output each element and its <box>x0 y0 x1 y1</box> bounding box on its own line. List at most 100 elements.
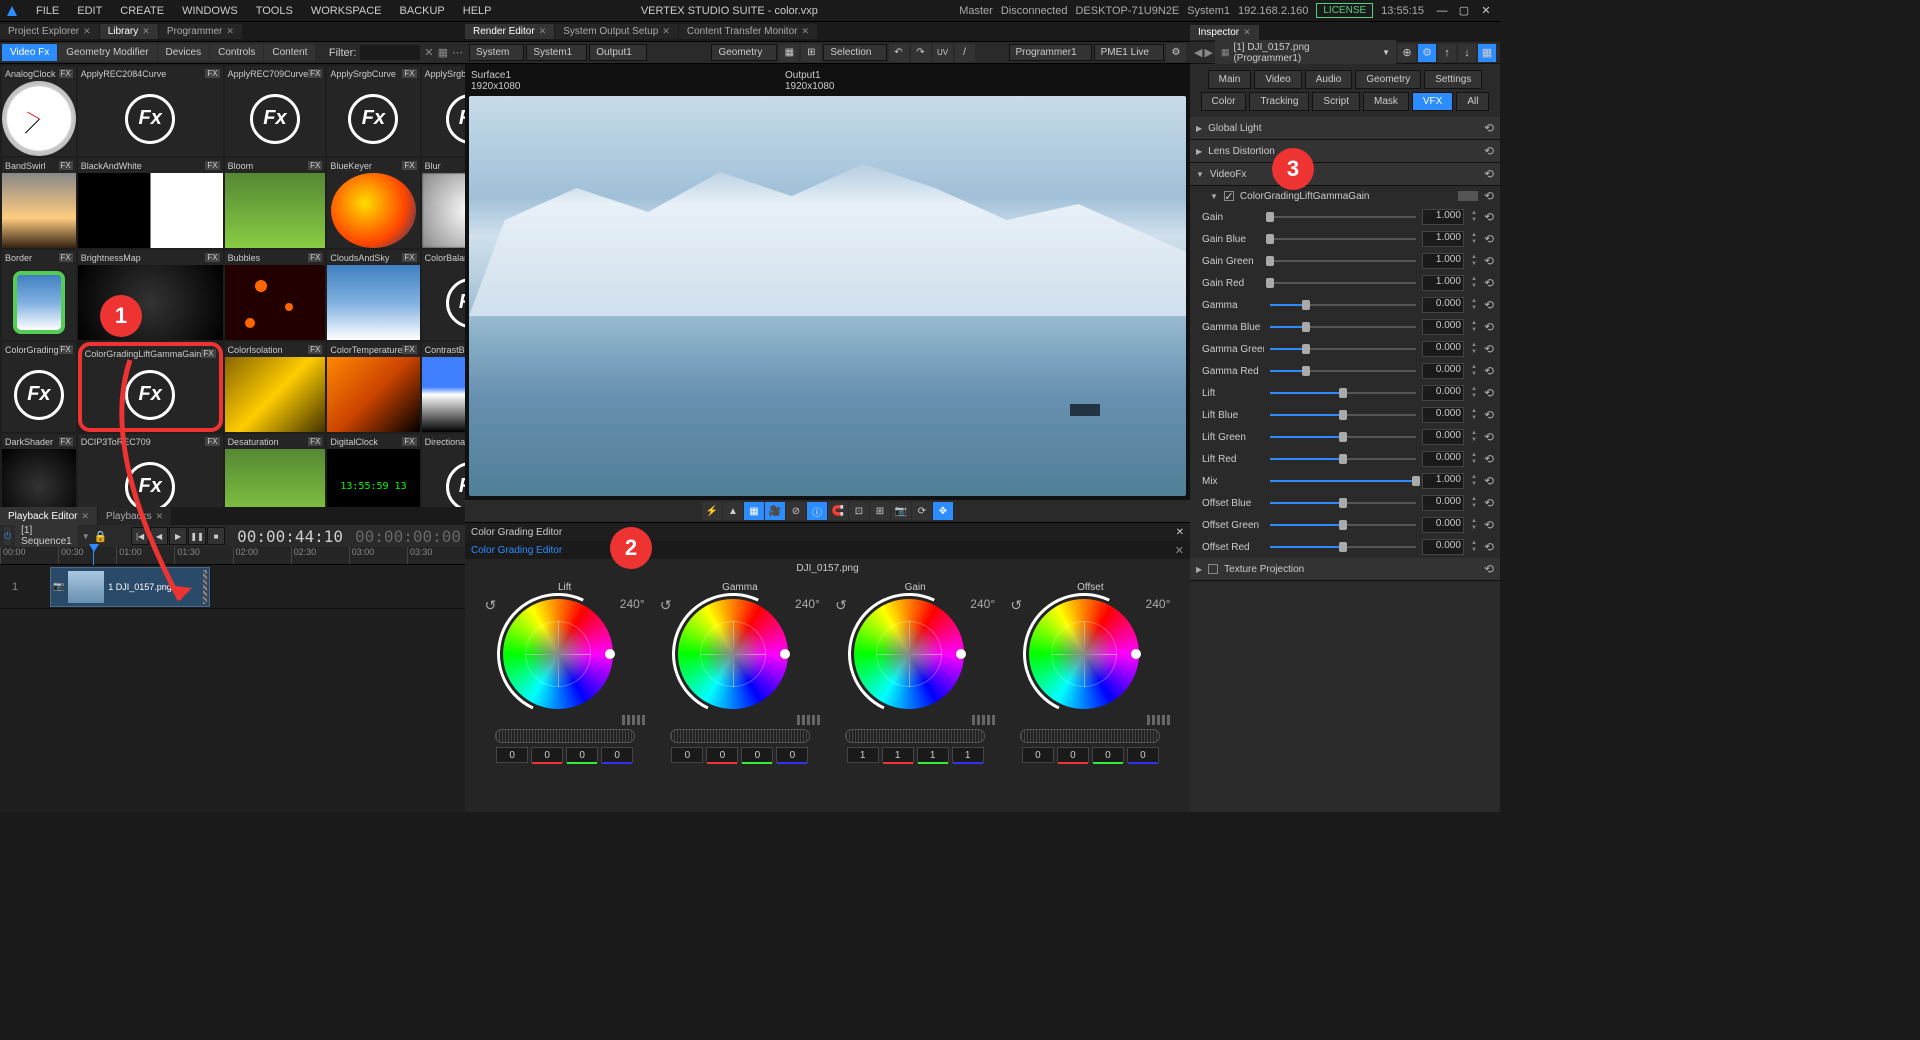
reset-icon[interactable]: ⟲ <box>1484 474 1494 488</box>
wheel-val-r[interactable]: 0 <box>531 747 563 763</box>
sub-tab[interactable]: Content <box>264 44 315 61</box>
color-wheel[interactable] <box>503 599 613 709</box>
reset-icon[interactable]: ⟲ <box>1484 210 1494 224</box>
spinner-down-icon[interactable]: ▼ <box>1470 305 1478 312</box>
fx-item[interactable]: BlueKeyerFX <box>327 158 419 248</box>
section-header[interactable]: ▼VideoFx⟲ <box>1190 163 1500 185</box>
inspector-mode-button[interactable]: Video <box>1254 70 1301 89</box>
prop-value-input[interactable]: 0.000 <box>1422 451 1464 467</box>
color-wheel[interactable] <box>678 599 788 709</box>
wheel-val-g[interactable]: 0 <box>741 747 773 763</box>
wheel-val-y[interactable]: 0 <box>1022 747 1054 763</box>
wheel-strip[interactable] <box>845 729 985 743</box>
fx-item[interactable]: BandSwirlFX <box>2 158 76 248</box>
vp-tool2-icon[interactable]: ▲ <box>723 502 743 520</box>
maximize-icon[interactable]: ▢ <box>1454 3 1474 19</box>
fx-item[interactable]: BubblesFX <box>225 250 326 340</box>
inspector-mode-button[interactable]: Geometry <box>1355 70 1421 89</box>
wheel-val-g[interactable]: 1 <box>917 747 949 763</box>
vp-tool1-icon[interactable]: ⚡ <box>702 502 722 520</box>
spinner-up-icon[interactable]: ▲ <box>1470 452 1478 459</box>
wheel-reset-icon[interactable]: ↺ <box>660 597 672 614</box>
fx-item[interactable]: ContrastBrightnessFX <box>422 342 465 432</box>
wheel-val-b[interactable]: 0 <box>601 747 633 763</box>
fx-item[interactable]: ColorTemperatureFX <box>327 342 419 432</box>
spinner-up-icon[interactable]: ▲ <box>1470 210 1478 217</box>
inspector-selection[interactable]: ▦ [1] DJI_0157.png (Programmer1) ▼ <box>1215 40 1396 66</box>
vp-camera-icon[interactable]: 🎥 <box>765 502 785 520</box>
section-header[interactable]: ▶Lens Distortion⟲ <box>1190 140 1500 162</box>
prop-slider[interactable] <box>1270 282 1416 284</box>
wheel-val-b[interactable]: 0 <box>776 747 808 763</box>
reset-icon[interactable]: ⟲ <box>1484 167 1494 181</box>
spinner-down-icon[interactable]: ▼ <box>1470 393 1478 400</box>
cg-close-icon[interactable]: ✕ <box>1176 527 1184 538</box>
filter-clear-icon[interactable]: ✕ <box>424 46 433 59</box>
inspector-mode-button[interactable]: Audio <box>1305 70 1353 89</box>
wheel-strip[interactable] <box>670 729 810 743</box>
playback-tab[interactable]: Playbacks✕ <box>98 507 171 525</box>
prev-icon[interactable]: ◀ <box>150 527 168 545</box>
vp-box2-icon[interactable]: ⊞ <box>870 502 890 520</box>
prop-slider[interactable] <box>1270 524 1416 526</box>
fx-item[interactable]: DarkShaderFX <box>2 434 76 507</box>
wheel-val-r[interactable]: 0 <box>706 747 738 763</box>
wheel-reset-icon[interactable]: ↺ <box>835 597 847 614</box>
sub-tab[interactable]: Devices <box>158 44 210 61</box>
menu-workspace[interactable]: WORKSPACE <box>303 3 390 19</box>
section-header[interactable]: ▶Texture Projection⟲ <box>1190 558 1500 580</box>
spinner-up-icon[interactable]: ▲ <box>1470 540 1478 547</box>
reset-icon[interactable]: ⟲ <box>1484 430 1494 444</box>
fx-item[interactable]: ApplyREC2084CurveFXFx <box>78 66 223 156</box>
reset-icon[interactable]: ⟲ <box>1484 540 1494 554</box>
spinner-down-icon[interactable]: ▼ <box>1470 525 1478 532</box>
rt-slash-icon[interactable]: / <box>955 44 975 62</box>
prop-slider[interactable] <box>1270 216 1416 218</box>
fx-item[interactable]: CloudsAndSkyFX <box>327 250 419 340</box>
wheel-val-g[interactable]: 0 <box>566 747 598 763</box>
spinner-down-icon[interactable]: ▼ <box>1470 217 1478 224</box>
reset-icon[interactable]: ⟲ <box>1484 496 1494 510</box>
timeline-clip[interactable]: 📷 1 DJI_0157.png <box>50 567 210 607</box>
wheel-strip[interactable] <box>495 729 635 743</box>
prop-value-input[interactable]: 0.000 <box>1422 341 1464 357</box>
insp-grid-icon[interactable]: ▦ <box>1478 44 1496 62</box>
selection-select[interactable]: Selection <box>823 44 886 61</box>
spinner-up-icon[interactable]: ▲ <box>1470 430 1478 437</box>
spinner-up-icon[interactable]: ▲ <box>1470 496 1478 503</box>
wheel-reset-icon[interactable]: ↺ <box>1010 597 1022 614</box>
menu-create[interactable]: CREATE <box>112 3 172 19</box>
grid-view-icon[interactable]: ▦ <box>438 46 448 59</box>
spinner-down-icon[interactable]: ▼ <box>1470 459 1478 466</box>
sub-tab[interactable]: Video Fx <box>2 44 57 61</box>
wheel-val-b[interactable]: 1 <box>952 747 984 763</box>
reset-icon[interactable]: ⟲ <box>1484 364 1494 378</box>
reset-icon[interactable]: ⟲ <box>1484 452 1494 466</box>
cg-tab-close-icon[interactable]: ✕ <box>1175 544 1184 557</box>
spinner-down-icon[interactable]: ▼ <box>1470 415 1478 422</box>
output-select[interactable]: Output1 <box>589 44 647 61</box>
vp-info-icon[interactable]: ⓘ <box>807 502 827 520</box>
insp-up-icon[interactable]: ↑ <box>1438 44 1456 62</box>
close-icon[interactable]: ✕ <box>83 26 91 37</box>
timeline-body[interactable]: 1 📷 1 DJI_0157.png <box>0 565 465 812</box>
system-select[interactable]: System <box>469 44 524 61</box>
menu-file[interactable]: FILE <box>28 3 67 19</box>
spinner-up-icon[interactable]: ▲ <box>1470 276 1478 283</box>
prop-slider[interactable] <box>1270 392 1416 394</box>
reset-icon[interactable]: ⟲ <box>1484 320 1494 334</box>
vp-box1-icon[interactable]: ⊡ <box>849 502 869 520</box>
render-tab[interactable]: System Output Setup✕ <box>555 24 678 39</box>
wheel-strip[interactable] <box>1020 729 1160 743</box>
spinner-down-icon[interactable]: ▼ <box>1470 327 1478 334</box>
play-icon[interactable]: ▶ <box>169 527 187 545</box>
fx-item[interactable]: DCIP3ToREC709FXFx <box>78 434 223 507</box>
close-icon[interactable]: ✕ <box>1476 3 1496 19</box>
prop-slider[interactable] <box>1270 304 1416 306</box>
filter-input[interactable] <box>360 45 420 60</box>
prop-slider[interactable] <box>1270 502 1416 504</box>
color-wheel[interactable] <box>854 599 964 709</box>
inspector-mode-button[interactable]: Mask <box>1363 92 1409 111</box>
menu-edit[interactable]: EDIT <box>69 3 110 19</box>
license-button[interactable]: LICENSE <box>1316 3 1373 18</box>
